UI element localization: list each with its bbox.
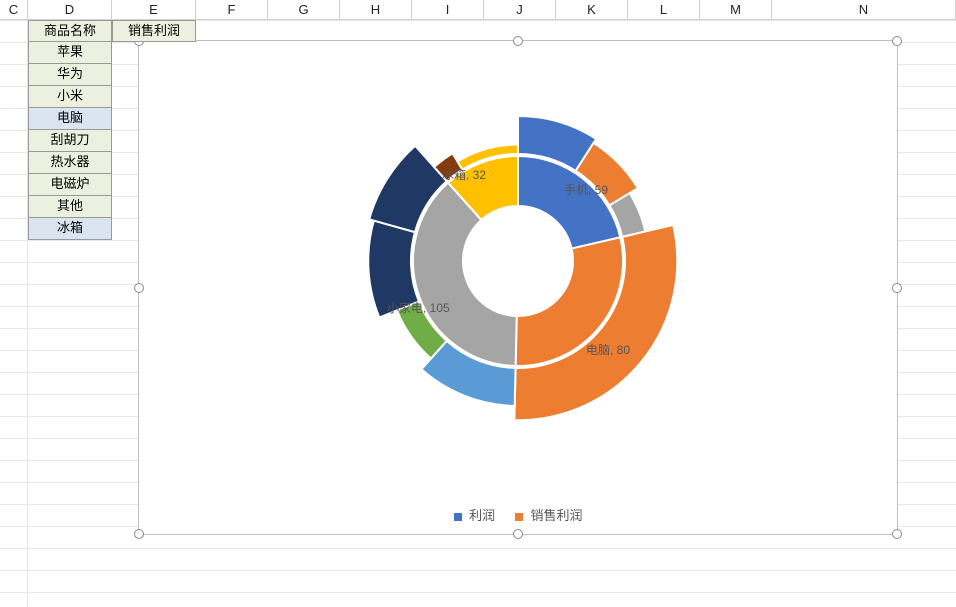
cell-d-indented[interactable]: 电脑	[28, 108, 112, 130]
legend-item[interactable]: 销售利润	[515, 505, 583, 524]
cell-d[interactable]: 电磁炉	[28, 174, 112, 196]
chart-legend[interactable]: 利润 销售利润	[139, 505, 897, 524]
cell-d[interactable]: 其他	[28, 196, 112, 218]
plot-area[interactable]: 手机, 59 电脑, 80 小家电, 105 冰箱, 32	[159, 51, 877, 484]
cell-d[interactable]: 华为	[28, 64, 112, 86]
legend-swatch	[515, 513, 523, 521]
cell-d[interactable]: 苹果	[28, 42, 112, 64]
cell-d-header[interactable]: 商品名称	[28, 20, 112, 42]
data-label[interactable]: 电脑, 80	[586, 341, 630, 358]
col-header-d[interactable]: D	[28, 0, 112, 20]
table-header-row: 商品名称 销售利润	[28, 20, 196, 42]
col-header-n[interactable]: N	[772, 0, 956, 20]
cell-d[interactable]: 刮胡刀	[28, 130, 112, 152]
table-row: 苹果	[28, 42, 196, 64]
legend-label: 销售利润	[530, 508, 582, 523]
cell-d-indented[interactable]: 冰箱	[28, 218, 112, 240]
resize-handle-tm[interactable]	[513, 36, 523, 46]
data-label[interactable]: 冰箱, 32	[442, 166, 486, 183]
table-row: 华为	[28, 64, 196, 86]
sunburst-chart[interactable]	[308, 51, 728, 471]
col-header-e[interactable]: E	[112, 0, 196, 20]
cell-d[interactable]: 热水器	[28, 152, 112, 174]
legend-swatch	[454, 513, 462, 521]
table-row: 冰箱	[28, 218, 196, 240]
col-header-i[interactable]: I	[412, 0, 484, 20]
table-row: 电脑	[28, 108, 196, 130]
data-label[interactable]: 手机, 59	[564, 181, 608, 198]
resize-handle-bm[interactable]	[513, 529, 523, 539]
resize-handle-mr[interactable]	[892, 283, 902, 293]
cell-e-header[interactable]: 销售利润	[112, 20, 196, 42]
resize-handle-ml[interactable]	[134, 283, 144, 293]
resize-handle-tr[interactable]	[892, 36, 902, 46]
col-header-m[interactable]: M	[700, 0, 772, 20]
col-header-f[interactable]: F	[196, 0, 268, 20]
col-header-c[interactable]: C	[0, 0, 28, 20]
table-row: 电磁炉	[28, 174, 196, 196]
resize-handle-bl[interactable]	[134, 529, 144, 539]
col-header-l[interactable]: L	[628, 0, 700, 20]
table-row: 小米	[28, 86, 196, 108]
table-range: 商品名称 销售利润 苹果 华为 小米 电脑 刮胡刀 热水器 电磁炉 其他 冰箱	[28, 20, 196, 240]
resize-handle-br[interactable]	[892, 529, 902, 539]
chart-object[interactable]: 手机, 59 电脑, 80 小家电, 105 冰箱, 32 利润 销售利润	[138, 40, 898, 535]
col-header-g[interactable]: G	[268, 0, 340, 20]
col-header-j[interactable]: J	[484, 0, 556, 20]
col-header-k[interactable]: K	[556, 0, 628, 20]
table-row: 热水器	[28, 152, 196, 174]
column-c-edge	[0, 20, 28, 607]
legend-item[interactable]: 利润	[454, 505, 496, 524]
column-headers: C D E F G H I J K L M N	[0, 0, 956, 20]
table-row: 其他	[28, 196, 196, 218]
legend-label: 利润	[469, 508, 495, 523]
table-row: 刮胡刀	[28, 130, 196, 152]
cell-d[interactable]: 小米	[28, 86, 112, 108]
col-header-h[interactable]: H	[340, 0, 412, 20]
data-label[interactable]: 小家电, 105	[387, 299, 450, 316]
